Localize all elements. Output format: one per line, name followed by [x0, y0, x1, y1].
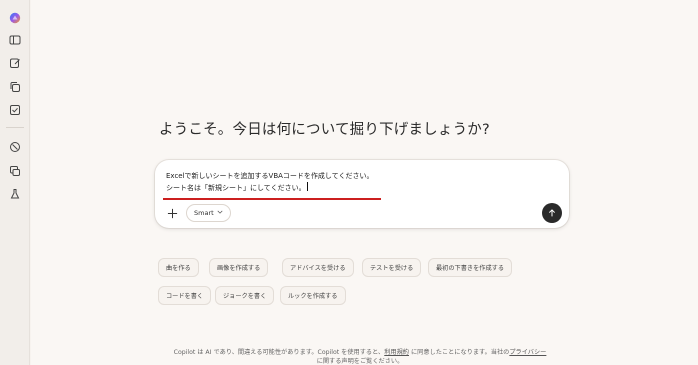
- arrow-up-icon: [548, 209, 556, 217]
- chevron-down-icon: [217, 209, 223, 217]
- suggestion-chip[interactable]: アドバイスを受ける: [282, 258, 354, 277]
- text-caret: [306, 182, 308, 191]
- add-attachment-button[interactable]: [164, 205, 180, 221]
- image-gallery-icon[interactable]: [9, 165, 21, 177]
- disclaimer-footer: Copilot は AI であり、間違える可能性があります。Copilot を使…: [120, 348, 600, 365]
- suggestion-chip[interactable]: ルックを作成する: [280, 286, 346, 305]
- suggestion-chip[interactable]: ジョークを書く: [215, 286, 275, 305]
- model-selector-label: Smart: [194, 209, 214, 217]
- disclaimer-text-3: に関する声明をご覧ください。: [316, 358, 404, 365]
- plus-icon: [167, 208, 177, 218]
- page-title: ようこそ。今日は何について掘り下げましょうか?: [159, 122, 490, 138]
- message-input[interactable]: Excelで新しいシートを追加するVBAコードを作成してください。 シート名は「…: [166, 171, 526, 194]
- suggestion-chip[interactable]: コードを書く: [158, 286, 212, 305]
- sidebar: [0, 0, 30, 365]
- labs-flask-icon[interactable]: [9, 188, 21, 200]
- copy-icon[interactable]: [9, 81, 21, 93]
- discover-icon[interactable]: [9, 141, 21, 153]
- tasks-icon[interactable]: [9, 104, 21, 116]
- suggestion-chip[interactable]: テストを受ける: [362, 258, 422, 277]
- message-line-1: Excelで新しいシートを追加するVBAコードを作成してください。: [166, 172, 374, 180]
- disclaimer-text: Copilot は AI であり、間違える可能性があります。Copilot を使…: [173, 349, 385, 356]
- model-selector-button[interactable]: Smart: [186, 204, 231, 222]
- sidebar-divider: [6, 127, 24, 128]
- sidebar-toggle-icon[interactable]: [9, 34, 21, 46]
- disclaimer-text-2: に同意したことになります。当社の: [409, 349, 510, 356]
- send-button[interactable]: [542, 203, 562, 223]
- suggestion-chip[interactable]: 最初の下書きを作成する: [428, 258, 513, 277]
- new-chat-icon[interactable]: [9, 57, 21, 69]
- message-line-2: シート名は「新規シート」にしてください。: [166, 184, 306, 192]
- privacy-link[interactable]: プライバシー: [509, 349, 546, 356]
- annotation-underline: [163, 198, 381, 200]
- terms-link[interactable]: 利用規約: [384, 349, 409, 356]
- copilot-logo-icon[interactable]: [9, 12, 21, 24]
- suggestion-chip[interactable]: 画像を作成する: [209, 258, 269, 277]
- suggestion-chip[interactable]: 曲を作る: [158, 258, 199, 277]
